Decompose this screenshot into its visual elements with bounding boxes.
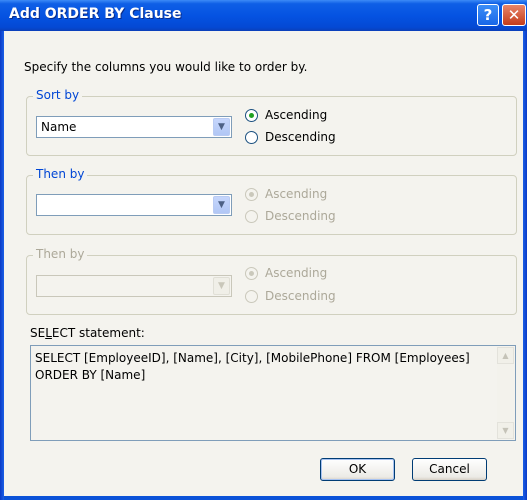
radio-unselected-icon: [245, 210, 258, 223]
title-bar[interactable]: Add ORDER BY Clause ? ✕: [0, 0, 527, 31]
radio-unselected-icon: [245, 290, 258, 303]
ascending-label: Ascending: [265, 266, 328, 280]
chevron-down-icon[interactable]: ▼: [213, 118, 230, 136]
help-button[interactable]: ?: [477, 4, 499, 26]
sort-by-column-select[interactable]: Name ▼: [36, 116, 232, 138]
label-part: ECT statement:: [51, 326, 145, 340]
radio-selected-icon[interactable]: [245, 109, 258, 122]
window-border-right: [523, 31, 527, 500]
radio-selected-icon: [245, 188, 258, 201]
sort-by-legend: Sort by: [33, 88, 83, 102]
chevron-down-icon[interactable]: ▼: [213, 196, 230, 214]
then-by-column-select-2: ▼: [36, 275, 232, 297]
descending-label: Descending: [265, 289, 336, 303]
radio-selected-icon: [245, 267, 258, 280]
then-by-legend-1: Then by: [33, 167, 88, 181]
instruction-text: Specify the columns you would like to or…: [24, 60, 308, 74]
cancel-button[interactable]: Cancel: [412, 458, 487, 481]
close-button[interactable]: ✕: [502, 4, 526, 26]
arrow-up-icon[interactable]: ▲: [497, 347, 514, 364]
label-accelerator: L: [45, 326, 52, 340]
then-by-column-select-1[interactable]: ▼: [36, 194, 232, 216]
select-statement-textbox[interactable]: SELECT [EmployeeID], [Name], [City], [Mo…: [30, 345, 516, 441]
chevron-down-icon: ▼: [213, 277, 230, 295]
sort-by-value: Name: [41, 120, 77, 134]
vertical-scrollbar[interactable]: ▲ ▼: [497, 347, 514, 439]
select-statement-text[interactable]: SELECT [EmployeeID], [Name], [City], [Mo…: [35, 350, 491, 384]
descending-label: Descending: [265, 130, 336, 144]
select-statement-label: SELECT statement:: [30, 326, 145, 340]
dialog-window: Add ORDER BY Clause ? ✕ Specify the colu…: [0, 0, 527, 500]
arrow-down-icon[interactable]: ▼: [497, 422, 514, 439]
radio-unselected-icon[interactable]: [245, 131, 258, 144]
ascending-label: Ascending: [265, 187, 328, 201]
ascending-label: Ascending: [265, 108, 328, 122]
window-title: Add ORDER BY Clause: [9, 6, 182, 22]
ok-button[interactable]: OK: [320, 458, 395, 481]
label-part: SE: [30, 326, 46, 340]
then-by-legend-2: Then by: [33, 247, 88, 261]
descending-label: Descending: [265, 209, 336, 223]
